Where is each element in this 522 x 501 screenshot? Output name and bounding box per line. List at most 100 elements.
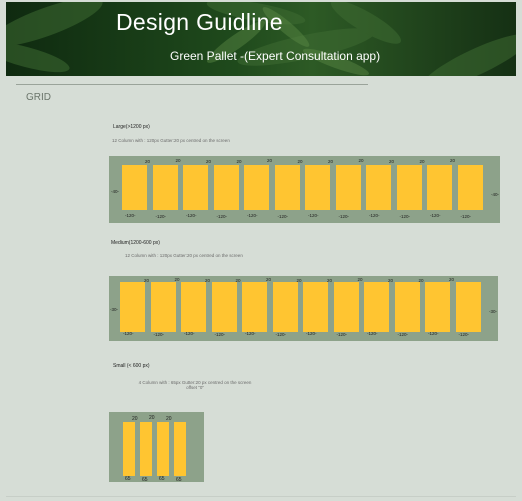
grid-column	[394, 282, 420, 332]
gutter-label: 20	[132, 416, 138, 422]
grid-column	[364, 282, 389, 332]
grid-column	[150, 282, 176, 332]
column-width-label: -120-	[214, 332, 226, 337]
margin-left-label: -40-	[111, 189, 120, 194]
grid-column	[213, 165, 239, 210]
grid-column	[457, 165, 483, 210]
gutter-label: 20	[296, 278, 302, 283]
grid-column	[244, 165, 269, 210]
grid-column	[140, 422, 152, 476]
gutter-label: 20	[175, 158, 181, 163]
column-width-label: -120-	[336, 332, 348, 337]
column-width-label: -120-	[155, 214, 167, 219]
grid-description-small: 4 Column with : 65px Gutter:20 px centre…	[120, 380, 270, 390]
column-width-label: -120-	[186, 213, 197, 218]
gutter-label: 20	[149, 415, 155, 421]
grid-column	[455, 282, 481, 332]
column-width-label: -120-	[308, 213, 319, 218]
column-width-label: -120-	[369, 213, 380, 218]
gutter-label: 20	[357, 277, 363, 282]
column-width-label: -120-	[153, 332, 165, 337]
bottom-divider	[6, 496, 516, 497]
gutter-label: 20	[449, 277, 455, 282]
grid-column	[305, 165, 330, 210]
grid-column	[396, 165, 422, 210]
hero-banner: Design Guidline Green Pallet -(Expert Co…	[6, 2, 516, 76]
grid-label-medium: Medium(1200-600 px)	[111, 240, 160, 246]
gutter-label: 20	[235, 278, 241, 283]
gutter-label: 20	[205, 278, 211, 283]
gutter-label: 20	[419, 159, 425, 164]
gutter-label: 20	[450, 158, 456, 163]
column-width-label: -120-	[367, 331, 378, 336]
column-width-label: -120-	[123, 331, 134, 336]
column-width-label: -120-	[460, 214, 472, 219]
column-width-label: 65	[125, 476, 131, 482]
gutter-label: 20	[144, 278, 150, 283]
column-width-label: 65	[176, 477, 182, 483]
gutter-label: 20	[389, 159, 395, 164]
grid-column	[174, 422, 186, 476]
grid-column	[333, 282, 359, 332]
column-width-label: -120-	[125, 213, 136, 218]
grid-column	[152, 165, 178, 210]
gutter-label: 20	[174, 277, 180, 282]
column-width-label: -120-	[277, 214, 289, 219]
grid-label-small: Small (< 600 px)	[113, 363, 150, 369]
grid-column	[181, 282, 206, 332]
grid-column	[120, 282, 145, 332]
page-subtitle: Green Pallet -(Expert Consultation app)	[170, 49, 381, 63]
grid-label-large: Large(>1200 px)	[113, 124, 150, 130]
grid-column	[242, 282, 267, 332]
grid-column	[123, 422, 135, 476]
section-title-grid: GRID	[26, 92, 51, 103]
grid-column	[425, 282, 450, 332]
gutter-label: 20	[358, 158, 364, 163]
grid-column	[157, 422, 169, 476]
grid-small: 65 20 65 20 65 20 65	[109, 412, 204, 483]
page-title: Design Guidline	[116, 9, 283, 35]
grid-description-small-line2: offset "0"	[186, 385, 204, 390]
margin-right-label: -40-	[490, 192, 499, 197]
grid-column	[272, 282, 298, 332]
column-width-label: -120-	[275, 332, 287, 337]
gutter-label: 20	[206, 159, 212, 164]
gutter-label: 20	[418, 278, 424, 283]
margin-right-label: -30-	[488, 309, 497, 314]
gutter-label: 20	[328, 159, 334, 164]
column-width-label: -120-	[458, 332, 470, 337]
margin-left-label: -30-	[110, 307, 119, 312]
column-width-label: -120-	[430, 213, 441, 218]
column-width-label: -120-	[306, 331, 317, 336]
grid-description-medium: 12 Column with : 120px Gutter:20 px cent…	[125, 253, 243, 258]
column-width-label: -120-	[399, 214, 411, 219]
gutter-label: 20	[327, 278, 333, 283]
grid-description-large: 12 Column with : 120px Gutter:20 px cent…	[112, 138, 230, 143]
column-width-label: -120-	[428, 331, 439, 336]
column-width-label: -120-	[216, 214, 228, 219]
gutter-label: 20	[297, 159, 303, 164]
gutter-label: 20	[236, 159, 242, 164]
column-width-label: -120-	[397, 332, 409, 337]
grid-column	[183, 165, 208, 210]
column-width-label: -120-	[245, 331, 256, 336]
grid-column	[211, 282, 237, 332]
gutter-label: 20	[166, 416, 172, 422]
gutter-label: 20	[388, 278, 394, 283]
column-width-label: 65	[142, 477, 148, 483]
grid-medium: -30- -30- -120- 20 -120- 20 -120- 20 -120- 20 -1…	[109, 276, 498, 341]
column-width-label: -120-	[247, 213, 258, 218]
design-guideline-page: Design Guidline Green Pallet -(Expert Co…	[6, 2, 516, 498]
gutter-label: 20	[145, 159, 151, 164]
column-width-label: -120-	[184, 331, 195, 336]
gutter-label: 20	[266, 277, 272, 282]
grid-column	[122, 165, 147, 210]
grid-large: -40- -40- -120- 20 -120- 20 -120- 20 -120- 20 -1…	[109, 156, 500, 223]
gutter-label: 20	[267, 158, 273, 163]
grid-column	[335, 165, 361, 210]
column-width-label: -120-	[338, 214, 350, 219]
column-width-label: 65	[159, 476, 165, 482]
grid-column	[303, 282, 328, 332]
grid-column	[274, 165, 300, 210]
grid-column	[366, 165, 391, 210]
